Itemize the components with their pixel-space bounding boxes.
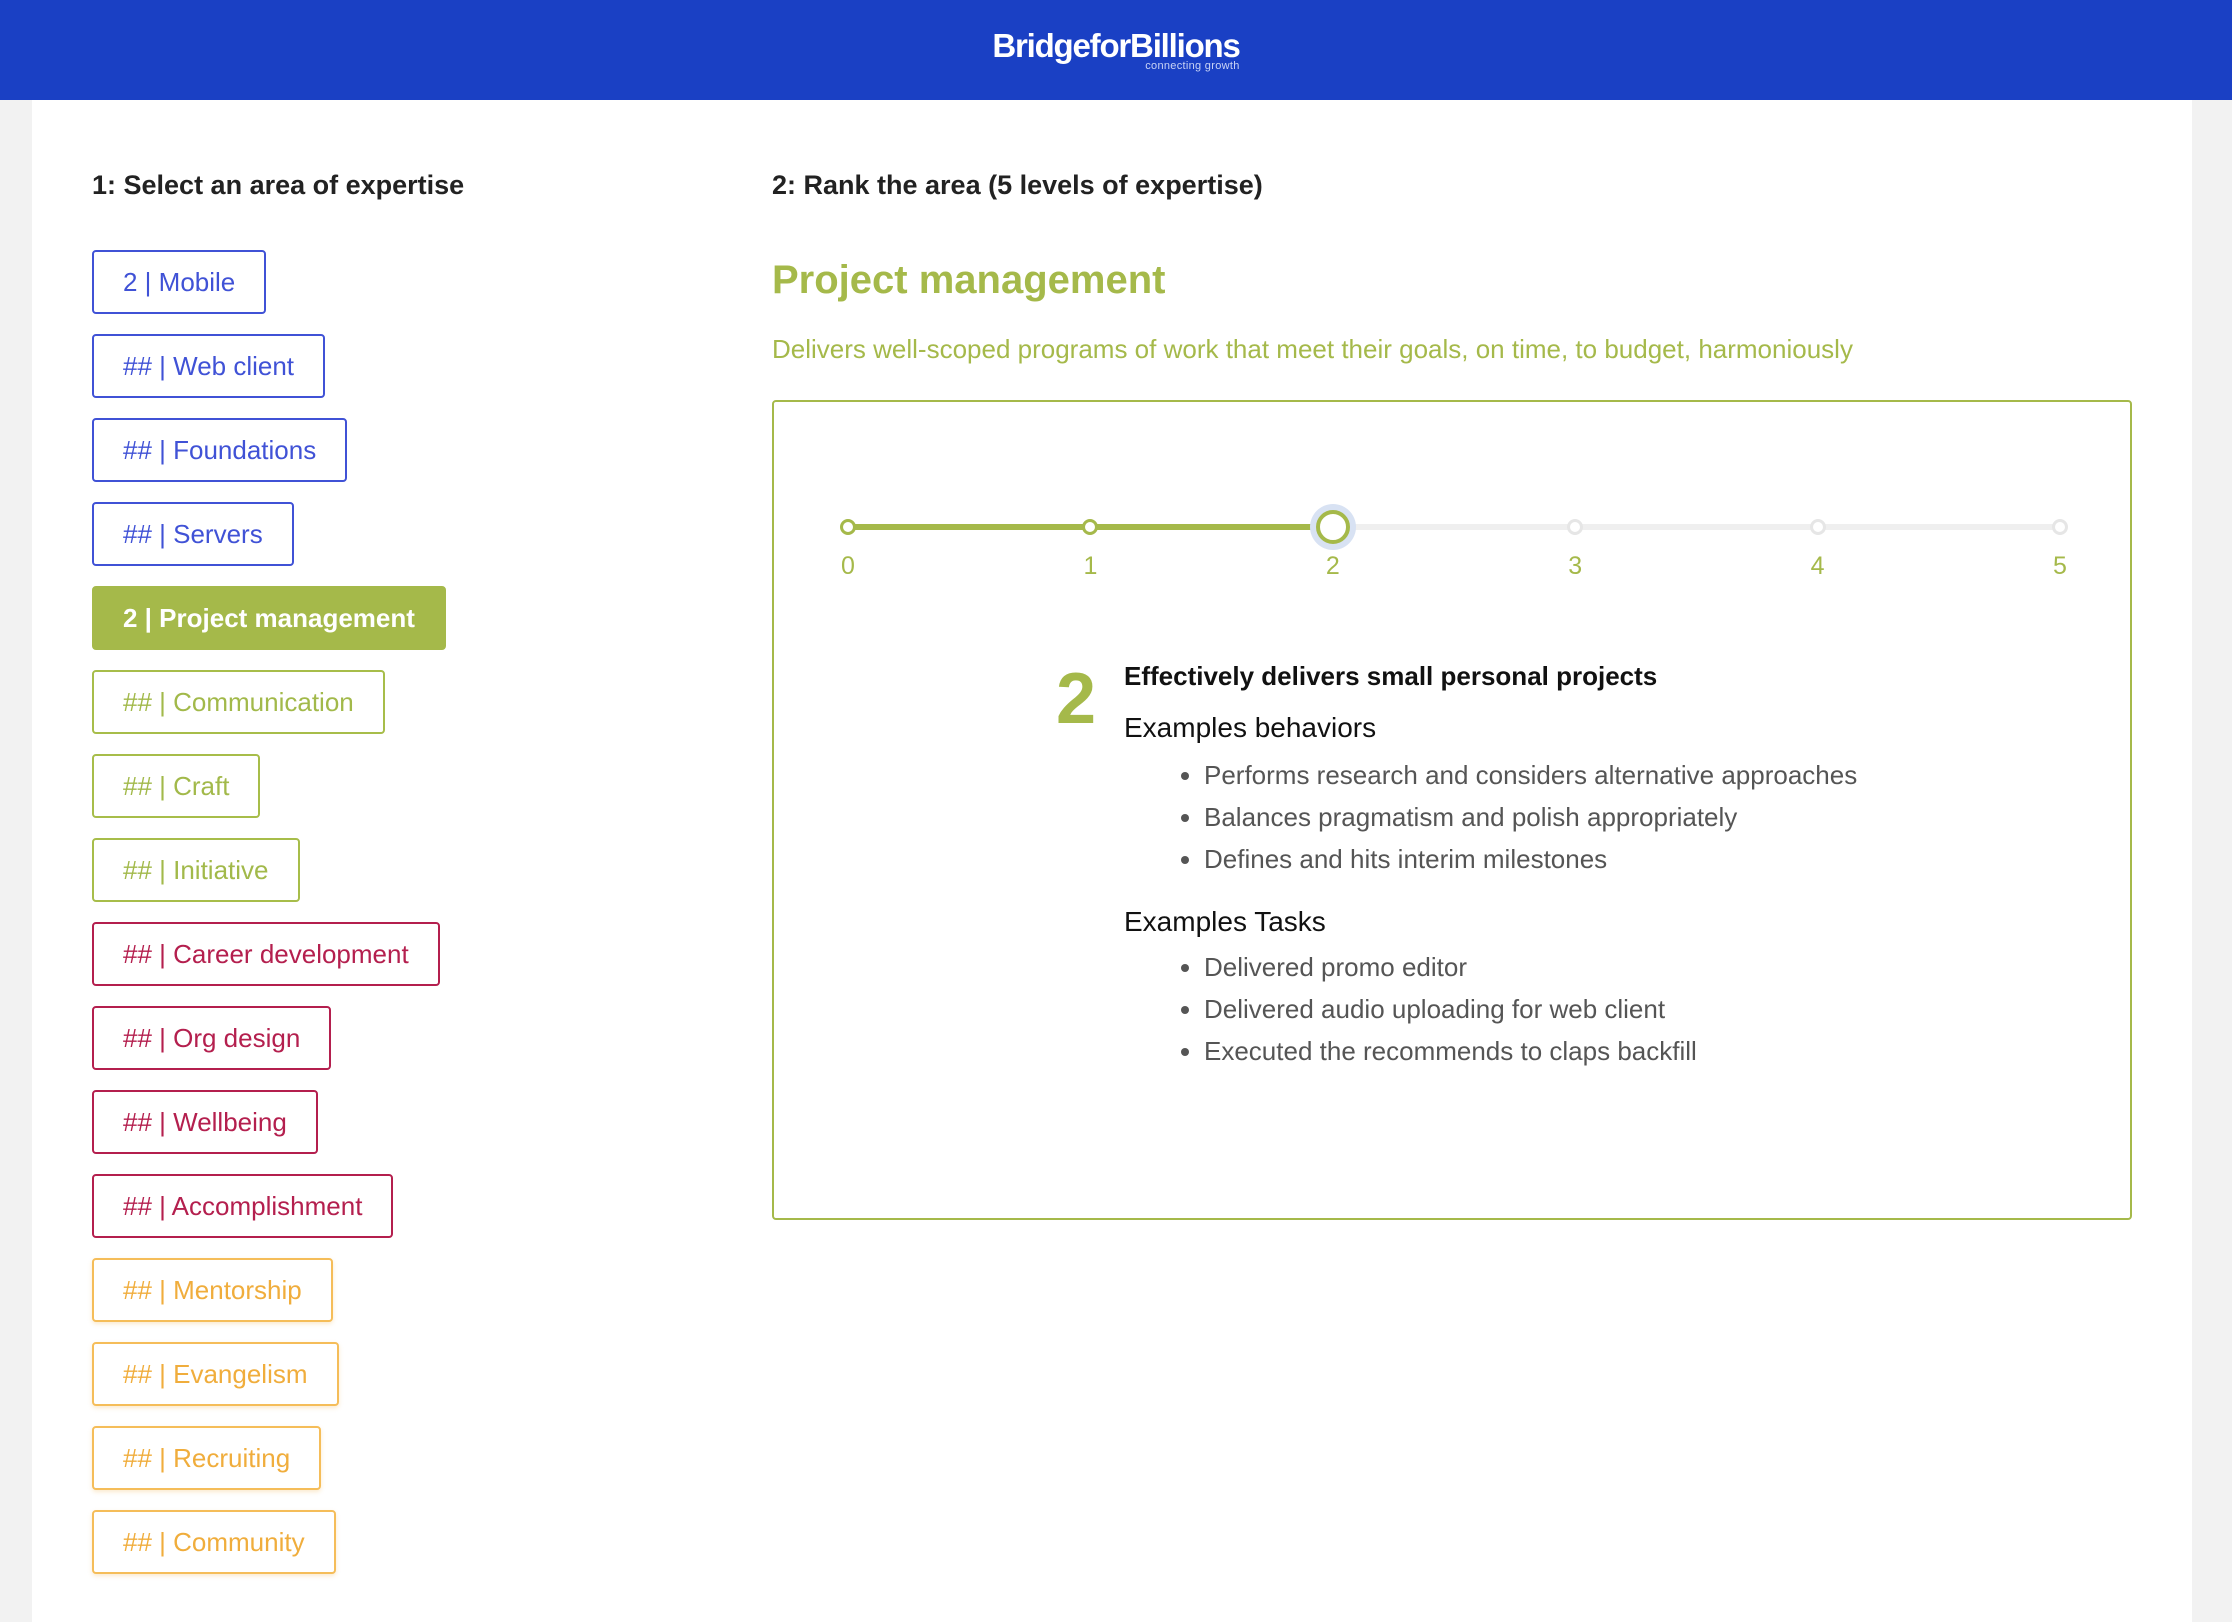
area-item: ## | Community [92,1510,446,1594]
logo-name: BridgeforBillions [992,26,1240,64]
area-item: ## | Career development [92,922,446,1006]
tasks-heading: Examples Tasks [1124,906,1326,937]
area-button[interactable]: ## | Craft [92,754,261,818]
area-item: ## | Initiative [92,838,446,922]
behavior-item: Balances pragmatism and polish appropria… [1204,796,2004,838]
level-number: 2 [1055,659,1097,739]
main-card: 1: Select an area of expertise 2 | Mobil… [32,100,2192,1622]
slider-tick-label: 5 [2053,552,2067,580]
area-item: ## | Org design [92,1006,446,1090]
area-button[interactable]: ## | Org design [92,1006,332,1070]
area-button[interactable]: ## | Evangelism [92,1342,339,1406]
area-button[interactable]: ## | Initiative [92,838,300,902]
level-slider[interactable]: 0 1 2 3 4 5 [840,502,2068,582]
area-list: 2 | Mobile ## | Web client ## | Foundation… [92,250,446,1594]
slider-tick-label: 1 [1083,552,1098,580]
slider-tick-label: 2 [1325,552,1340,580]
slider-step-dot[interactable] [2052,519,2068,535]
step1-title: 1: Select an area of expertise [92,170,465,200]
slider-step-dot[interactable] [1567,519,1584,535]
area-button[interactable]: ## | Communication [92,670,385,734]
slider-tick-label: 3 [1568,552,1583,580]
area-item: 2 | Mobile [92,250,446,334]
area-button[interactable]: ## | Foundations [92,418,348,482]
area-item: ## | Communication [92,670,446,754]
area-item: ## | Craft [92,754,446,838]
slider-step-dot[interactable] [1809,519,1826,535]
behaviors-heading: Examples behaviors [1124,712,1377,743]
level-summary: Effectively delivers small personal proj… [1124,661,1658,691]
level-details: Effectively delivers small personal proj… [1124,658,2004,1072]
area-button[interactable]: ## | Community [92,1510,336,1574]
area-button[interactable]: ## | Recruiting [92,1426,322,1490]
area-item: ## | Servers [92,502,446,586]
level-panel: 0 1 2 3 4 5 2 Effectively delivers small pers… [772,400,2132,1220]
tasks-list: Delivered promo editorDelivered audio up… [1124,946,2004,1072]
slider-tick-label: 4 [1810,552,1825,580]
selected-area-description: Delivers well-scoped programs of work th… [772,334,1853,364]
area-item: 2 | Project management [92,586,446,670]
area-item: ## | Mentorship [92,1258,446,1342]
behaviors-list: Performs research and considers alternat… [1124,754,2004,880]
slider-step-dot[interactable] [1082,519,1099,535]
area-item: ## | Evangelism [92,1342,446,1426]
behavior-item: Defines and hits interim milestones [1204,838,2004,880]
area-button[interactable]: ## | Wellbeing [92,1090,318,1154]
brand-logo[interactable]: BridgeforBillions connecting growth [992,26,1240,72]
area-button[interactable]: 2 | Mobile [92,250,267,314]
top-bar: BridgeforBillions connecting growth [0,0,2232,100]
area-item: ## | Wellbeing [92,1090,446,1174]
area-item: ## | Web client [92,334,446,418]
task-item: Delivered promo editor [1204,946,2004,988]
step2-title: 2: Rank the area (5 levels of expertise) [772,170,1263,200]
slider-handle[interactable] [1315,510,1350,544]
area-button[interactable]: ## | Accomplishment [92,1174,394,1238]
slider-step-dot[interactable] [840,519,856,535]
area-item: ## | Foundations [92,418,446,502]
area-button[interactable]: ## | Web client [92,334,326,398]
selected-area-title: Project management [772,258,1166,302]
area-button[interactable]: 2 | Project management [92,586,446,650]
area-button[interactable]: ## | Mentorship [92,1258,333,1322]
area-button[interactable]: ## | Servers [92,502,294,566]
task-item: Delivered audio uploading for web client [1204,988,2004,1030]
task-item: Executed the recommends to claps backfil… [1204,1030,2004,1072]
area-item: ## | Recruiting [92,1426,446,1510]
slider-tick-label: 0 [841,552,855,580]
behavior-item: Performs research and considers alternat… [1204,754,2004,796]
area-item: ## | Accomplishment [92,1174,446,1258]
area-button[interactable]: ## | Career development [92,922,440,986]
